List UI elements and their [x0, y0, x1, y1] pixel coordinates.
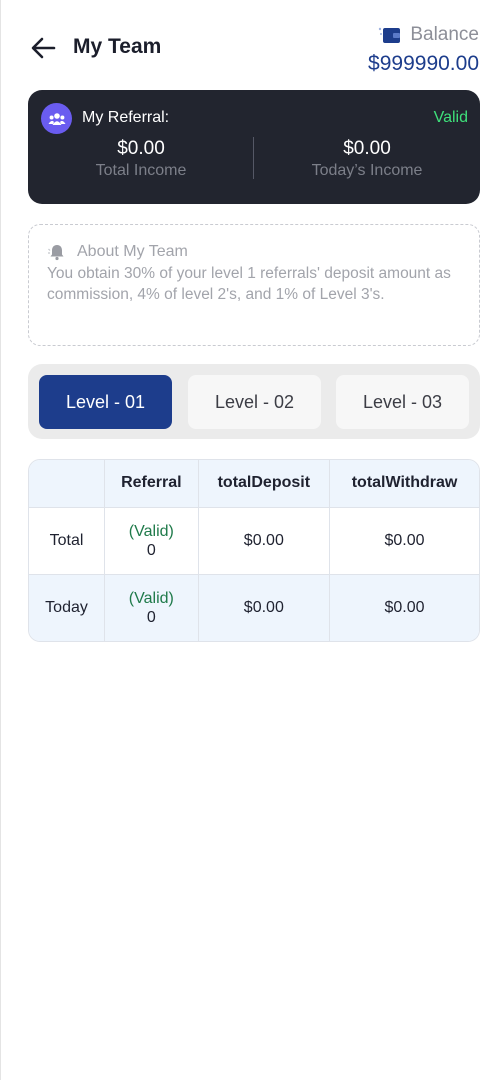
- valid-tag: (Valid): [128, 522, 174, 540]
- about-title: About My Team: [77, 243, 188, 260]
- row-label: Today: [29, 574, 106, 641]
- my-team-page: My Team Balance $999990.00 My Referral: …: [0, 0, 500, 1080]
- page-title: My Team: [73, 35, 162, 58]
- valid-tag: (Valid): [128, 589, 174, 607]
- referral-status-badge: Valid: [433, 109, 468, 126]
- table-row: Total (Valid) 0 $0.00 $0.00: [29, 507, 479, 575]
- tab-level-01[interactable]: Level - 01: [39, 375, 172, 429]
- withdraw-cell: $0.00: [384, 598, 425, 616]
- tab-level-03[interactable]: Level - 03: [336, 375, 469, 429]
- row-label: Total: [29, 507, 106, 575]
- referral-count: 0: [146, 541, 156, 559]
- team-users-icon: [41, 103, 72, 134]
- balance-label-group: Balance: [378, 24, 479, 46]
- table-header-empty: [29, 460, 106, 508]
- deposit-cell: $0.00: [198, 507, 331, 575]
- table-header-total-withdraw: totalWithdraw: [329, 460, 479, 508]
- about-text: You obtain 30% of your level 1 referrals…: [47, 265, 451, 303]
- deposit-cell: $0.00: [198, 574, 331, 641]
- total-income-block: $0.00 Total Income: [28, 138, 254, 180]
- table-row: Today (Valid) 0 $0.00 $0.00: [29, 574, 479, 641]
- wallet-icon: [379, 27, 401, 43]
- referral-cell: (Valid) 0: [104, 574, 199, 641]
- header: My Team Balance $999990.00: [1, 0, 500, 90]
- balance-label: Balance: [410, 24, 479, 45]
- today-income-label: Today’s Income: [311, 162, 423, 179]
- today-income-amount: $0.00: [343, 138, 391, 159]
- arrow-left-icon: [31, 37, 56, 59]
- referral-label: My Referral:: [82, 109, 170, 126]
- tab-level-02[interactable]: Level - 02: [188, 375, 321, 429]
- today-income-block: $0.00 Today’s Income: [254, 138, 480, 180]
- referral-card: My Referral: Valid $0.00 Total Income $0…: [28, 90, 480, 204]
- referral-count: 0: [146, 608, 156, 626]
- total-income-label: Total Income: [95, 162, 187, 179]
- bell-icon: [48, 245, 64, 261]
- team-stats-table: Referral totalDeposit totalWithdraw Tota…: [28, 459, 480, 642]
- table-header-referral: Referral: [104, 460, 199, 508]
- total-income-amount: $0.00: [117, 138, 165, 159]
- table-header-total-deposit: totalDeposit: [198, 460, 331, 508]
- about-header: About My Team: [47, 243, 461, 261]
- back-button[interactable]: [29, 34, 57, 62]
- about-my-team-box: About My Team You obtain 30% of your lev…: [28, 224, 480, 346]
- referral-cell: (Valid) 0: [104, 507, 199, 575]
- table-header-row: Referral totalDeposit totalWithdraw: [29, 460, 479, 508]
- level-tabs: Level - 01 Level - 02 Level - 03: [28, 364, 480, 439]
- balance-value: $999990.00: [368, 52, 479, 75]
- withdraw-cell: $0.00: [329, 507, 479, 575]
